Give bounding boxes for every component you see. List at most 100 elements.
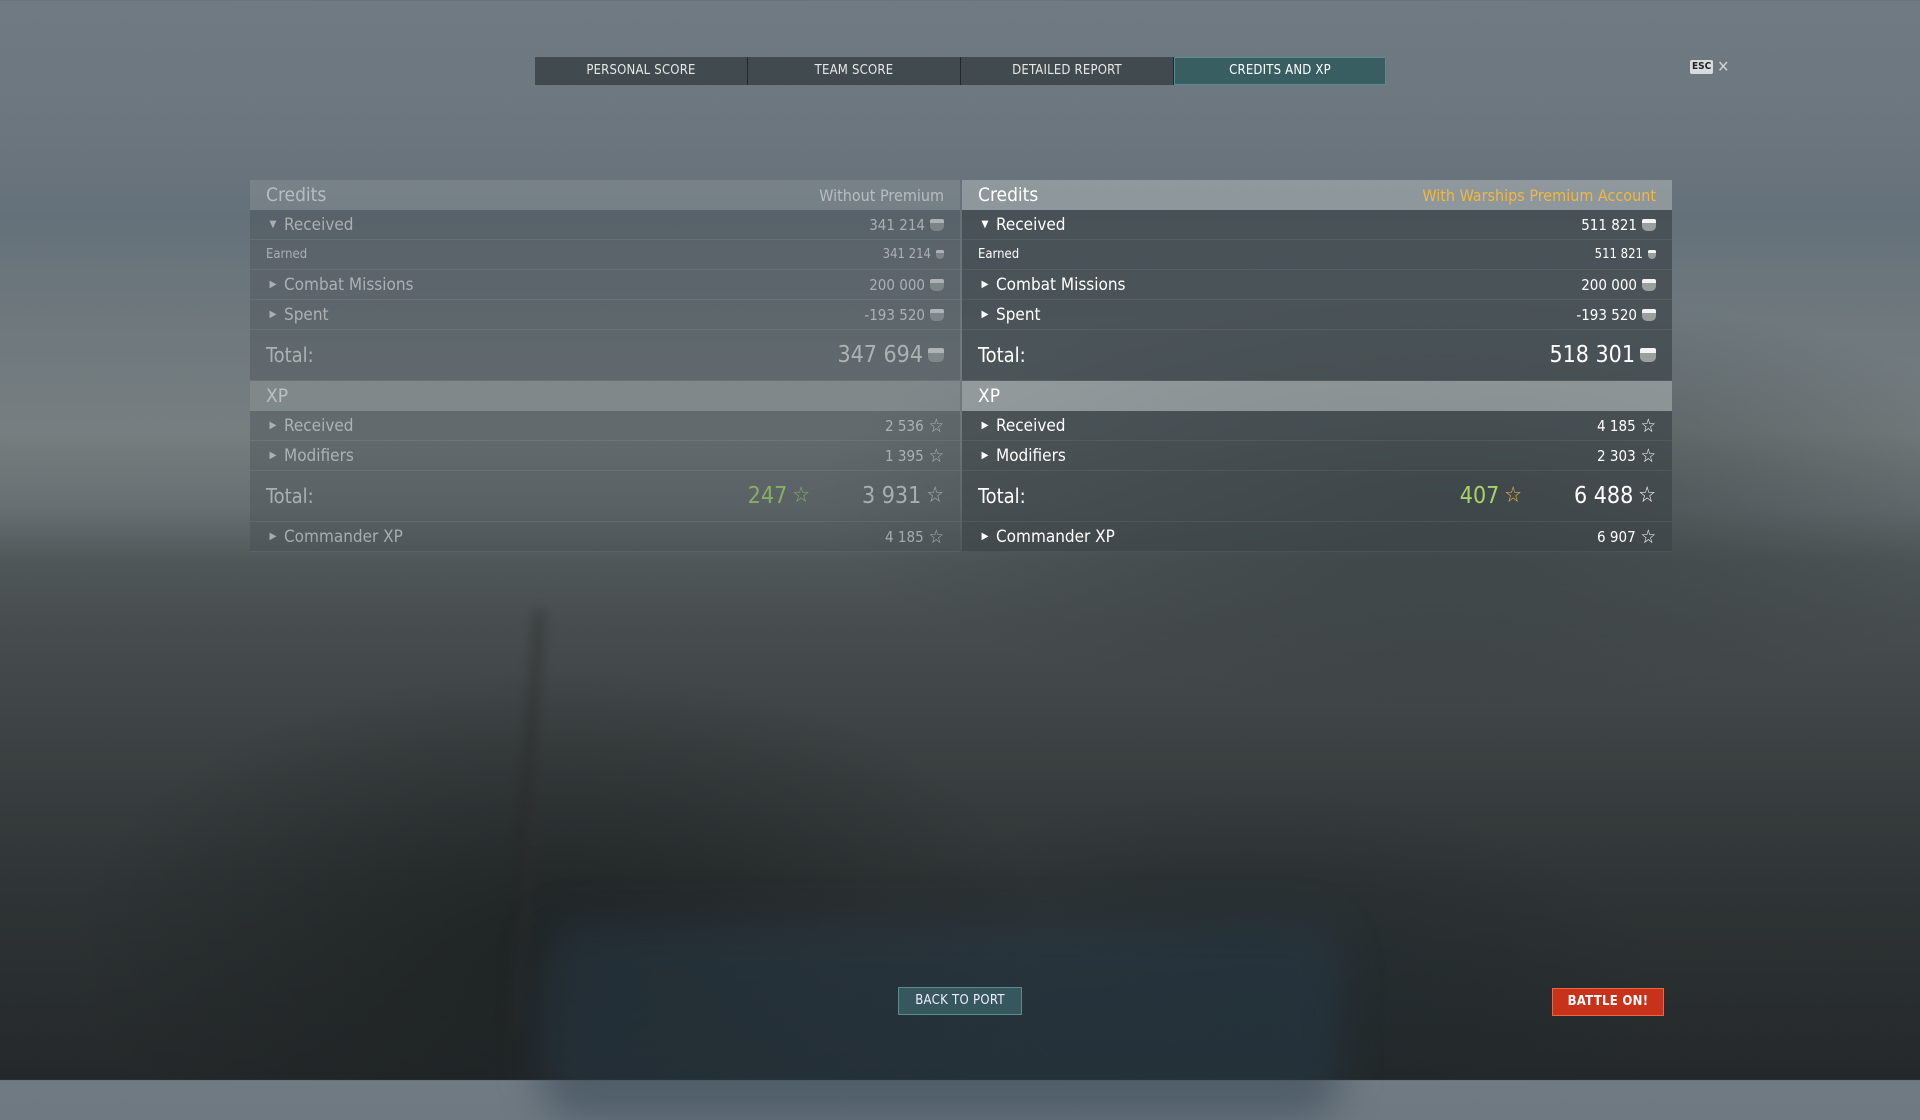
chevron-right-icon: ▶ — [981, 309, 989, 320]
xp-total-row: Total: 407 ☆ 6 488 ☆ — [962, 471, 1672, 522]
credits-icon — [1642, 278, 1656, 291]
xp-received-value: 2 536 — [885, 416, 924, 435]
close-button[interactable]: ESC ✕ — [1690, 57, 1730, 76]
xp-title: XP — [266, 385, 289, 407]
earned-row: Earned 511 821 — [962, 240, 1672, 270]
xp-star-icon: ☆ — [928, 525, 944, 548]
commander-xp-row[interactable]: ▶ Commander XP 4 185 ☆ — [250, 522, 960, 552]
spent-row[interactable]: ▶ Spent -193 520 — [250, 300, 960, 330]
with-premium-panel: Credits With Warships Premium Account ▼ R… — [962, 180, 1672, 552]
combat-missions-label: Combat Missions — [996, 274, 1126, 295]
chevron-right-icon: ▶ — [269, 420, 277, 431]
xp-title: XP — [978, 385, 1001, 407]
results-tabs: PERSONAL SCORE TEAM SCORE DETAILED REPOR… — [535, 57, 1386, 85]
credits-total-row: Total: 347 694 — [250, 330, 960, 381]
xp-star-icon: ☆ — [1638, 483, 1656, 508]
modifiers-value: 2 303 — [1597, 446, 1636, 465]
chevron-right-icon: ▶ — [269, 309, 277, 320]
credits-icon — [1640, 348, 1656, 362]
credits-subtitle: Without Premium — [819, 185, 944, 205]
tab-detailed-report[interactable]: DETAILED REPORT — [961, 57, 1174, 85]
spent-label: Spent — [996, 304, 1041, 325]
xp-star-icon: ☆ — [928, 444, 944, 467]
battle-on-button[interactable]: BATTLE ON! — [1552, 988, 1664, 1016]
free-xp-star-icon: ☆ — [792, 483, 811, 508]
back-to-port-button[interactable]: BACK TO PORT — [898, 987, 1022, 1015]
tab-team-score[interactable]: TEAM SCORE — [748, 57, 961, 85]
close-icon: ✕ — [1717, 57, 1730, 76]
credits-icon — [1648, 250, 1656, 259]
chevron-right-icon: ▶ — [269, 531, 277, 542]
chevron-right-icon: ▶ — [269, 450, 277, 461]
received-row[interactable]: ▼ Received 511 821 — [962, 210, 1672, 240]
received-value: 511 821 — [1581, 215, 1637, 234]
credits-icon — [928, 348, 944, 362]
xp-total-value: 6 488 — [1574, 483, 1634, 509]
free-xp-star-icon: ☆ — [1504, 483, 1523, 508]
earned-value: 341 214 — [882, 247, 931, 262]
credits-total-label: Total: — [266, 343, 314, 367]
earned-value: 511 821 — [1594, 247, 1643, 262]
chevron-right-icon: ▶ — [981, 279, 989, 290]
chevron-right-icon: ▶ — [981, 420, 989, 431]
commander-xp-value: 4 185 — [885, 527, 924, 546]
xp-received-label: Received — [284, 415, 354, 436]
credits-total-label: Total: — [978, 343, 1026, 367]
free-xp-value: 407 — [1459, 483, 1500, 509]
free-xp-value: 247 — [747, 483, 788, 509]
commander-xp-label: Commander XP — [284, 526, 403, 547]
credits-icon — [1642, 308, 1656, 321]
xp-header: XP — [962, 381, 1672, 411]
modifiers-value: 1 395 — [885, 446, 924, 465]
tab-credits-and-xp[interactable]: CREDITS AND XP — [1174, 57, 1386, 85]
credits-total-value: 518 301 — [1549, 342, 1635, 368]
tab-personal-score[interactable]: PERSONAL SCORE — [535, 57, 748, 85]
received-label: Received — [284, 214, 354, 235]
xp-star-icon: ☆ — [928, 414, 944, 437]
received-row[interactable]: ▼ Received 341 214 — [250, 210, 960, 240]
combat-missions-row[interactable]: ▶ Combat Missions 200 000 — [962, 270, 1672, 300]
xp-total-row: Total: 247 ☆ 3 931 ☆ — [250, 471, 960, 522]
xp-star-icon: ☆ — [1640, 525, 1656, 548]
xp-received-row[interactable]: ▶ Received 4 185 ☆ — [962, 411, 1672, 441]
credits-title: Credits — [978, 184, 1039, 206]
xp-received-value: 4 185 — [1597, 416, 1636, 435]
received-label: Received — [996, 214, 1066, 235]
chevron-down-icon: ▼ — [269, 219, 277, 230]
chevron-right-icon: ▶ — [981, 531, 989, 542]
spent-value: -193 520 — [864, 305, 925, 324]
credits-icon — [936, 250, 944, 259]
modifiers-row[interactable]: ▶ Modifiers 1 395 ☆ — [250, 441, 960, 471]
xp-received-row[interactable]: ▶ Received 2 536 ☆ — [250, 411, 960, 441]
spent-label: Spent — [284, 304, 329, 325]
credits-header: Credits Without Premium — [250, 180, 960, 210]
xp-total-label: Total: — [978, 484, 1026, 508]
background-ship-deck — [540, 920, 1340, 1120]
credits-total-row: Total: 518 301 — [962, 330, 1672, 381]
chevron-down-icon: ▼ — [981, 219, 989, 230]
without-premium-panel: Credits Without Premium ▼ Received 341 21… — [250, 180, 960, 552]
credits-icon — [1642, 218, 1656, 231]
modifiers-row[interactable]: ▶ Modifiers 2 303 ☆ — [962, 441, 1672, 471]
chevron-right-icon: ▶ — [981, 450, 989, 461]
modifiers-label: Modifiers — [996, 445, 1066, 466]
spent-row[interactable]: ▶ Spent -193 520 — [962, 300, 1672, 330]
combat-missions-row[interactable]: ▶ Combat Missions 200 000 — [250, 270, 960, 300]
spent-value: -193 520 — [1576, 305, 1637, 324]
modifiers-label: Modifiers — [284, 445, 354, 466]
combat-missions-value: 200 000 — [869, 275, 925, 294]
xp-star-icon: ☆ — [926, 483, 944, 508]
xp-total-label: Total: — [266, 484, 314, 508]
commander-xp-label: Commander XP — [996, 526, 1115, 547]
combat-missions-value: 200 000 — [1581, 275, 1637, 294]
xp-header: XP — [250, 381, 960, 411]
xp-total-value: 3 931 — [862, 483, 922, 509]
credits-total-value: 347 694 — [837, 342, 923, 368]
credits-title: Credits — [266, 184, 327, 206]
xp-star-icon: ☆ — [1640, 444, 1656, 467]
chevron-right-icon: ▶ — [269, 279, 277, 290]
earned-label: Earned — [266, 247, 308, 262]
commander-xp-row[interactable]: ▶ Commander XP 6 907 ☆ — [962, 522, 1672, 552]
credits-icon — [930, 278, 944, 291]
combat-missions-label: Combat Missions — [284, 274, 414, 295]
